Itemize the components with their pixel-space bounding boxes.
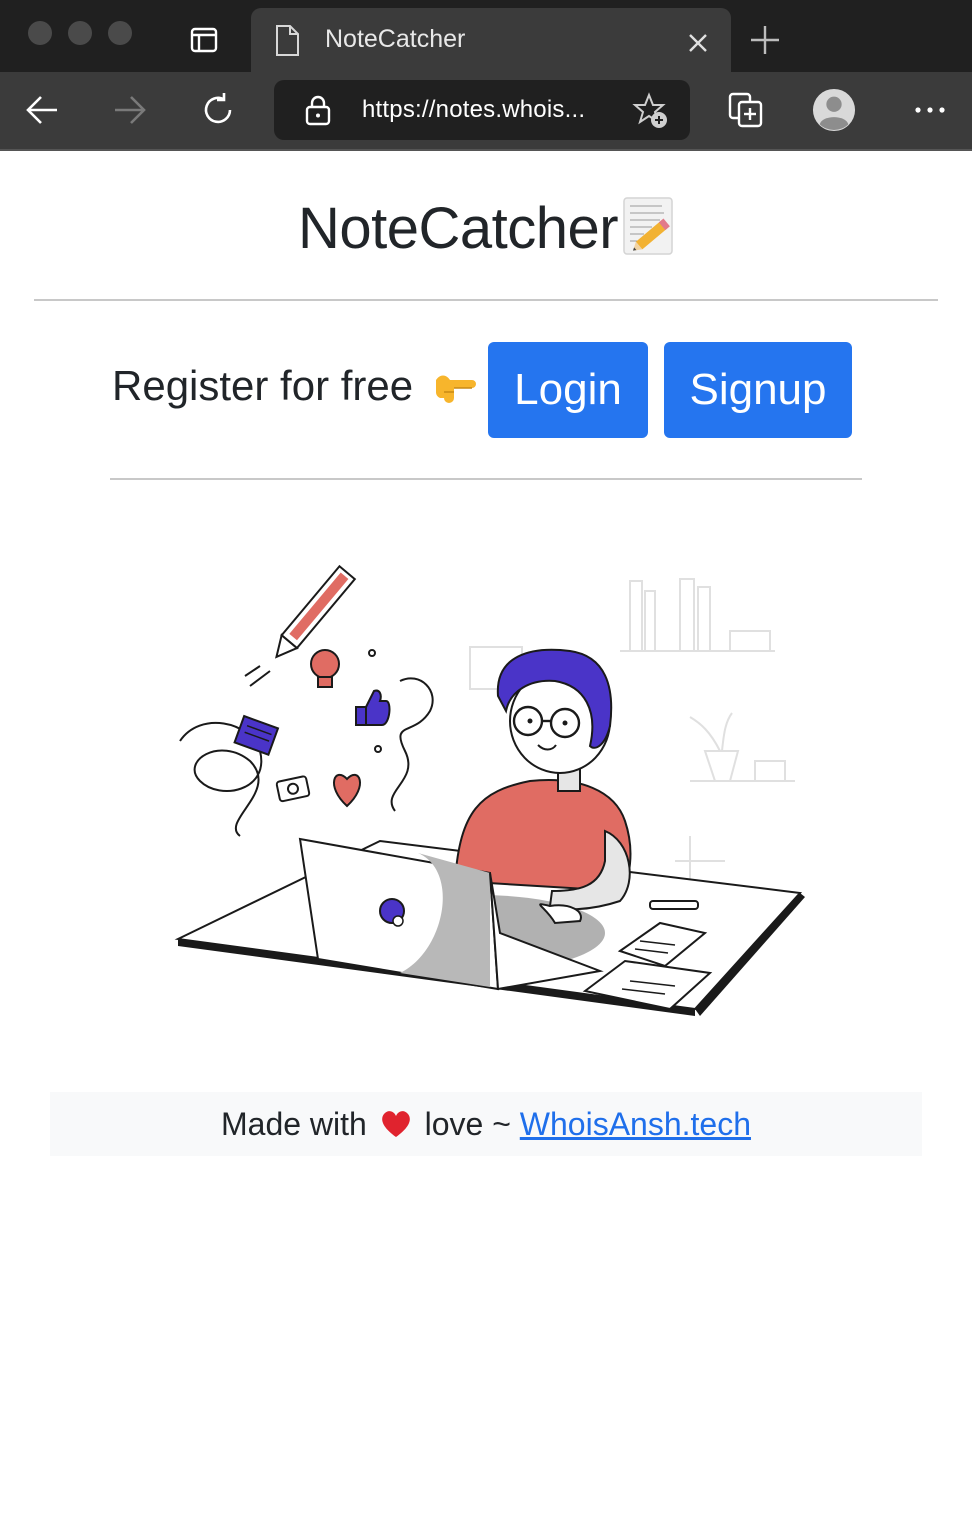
thumbs-up-doodle [355,689,391,726]
url-host: notes.whois... [435,96,586,123]
site-title-text: NoteCatcher [297,196,619,261]
window-minimize-control[interactable] [68,21,92,45]
window-zoom-control[interactable] [108,21,132,45]
forward-button[interactable] [108,88,152,132]
new-tab-icon[interactable] [747,22,783,58]
heart-doodle [333,773,361,808]
pencil-doodle [274,564,357,659]
footer-link[interactable]: WhoisAnsh.tech [520,1106,751,1142]
lightbulb-doodle [310,649,340,688]
signup-button-label: Signup [689,365,827,414]
book-doodle [233,714,280,756]
collections-button[interactable] [724,88,768,132]
close-tab-icon[interactable] [683,28,713,58]
register-text: Register for free [112,362,414,409]
tab-title: NoteCatcher [325,25,466,53]
more-dots-icon [915,107,945,113]
page-content: NoteCatcher Register for free Login Sign… [0,151,972,1524]
divider-bottom [110,478,862,480]
footer: Made with love ~ WhoisAnsh.tech [50,1092,922,1156]
camera-doodle [275,775,311,803]
tab-actions-icon [190,27,218,53]
refresh-button[interactable] [196,88,240,132]
login-button-label: Login [514,365,622,414]
window-close-control[interactable] [28,21,52,45]
hero-illustration [174,564,805,1016]
lock-icon[interactable] [304,94,332,126]
address-bar[interactable]: https://notes.whois... [274,80,690,140]
footer-prefix: Made with [220,1106,367,1142]
browser-toolbar: https://notes.whois... [0,72,972,149]
collections-icon [728,92,763,128]
more-options-button[interactable] [908,88,952,132]
browser-tab-active[interactable]: NoteCatcher [251,8,731,72]
url-scheme: https:// [362,96,436,123]
tab-actions-button[interactable] [182,20,226,60]
profile-button[interactable] [812,88,856,132]
register-row: Register for free Login Signup [0,342,972,438]
login-button[interactable]: Login [488,342,648,438]
refresh-icon [204,93,232,124]
forward-arrow-icon [115,96,146,124]
page-icon [276,25,299,56]
page-title: NoteCatcher [0,195,972,262]
divider-top [34,299,938,301]
browser-tabbar: NoteCatcher [0,0,972,72]
signup-button[interactable]: Signup [664,342,852,438]
url-text[interactable]: https://notes.whois... [362,96,585,124]
pointing-right-icon [435,375,476,403]
doodles [179,649,434,837]
red-heart-icon [381,1111,410,1137]
footer-middle: love ~ [424,1106,511,1142]
memo-icon [623,197,673,255]
back-arrow-icon [26,96,57,124]
add-favorite-icon[interactable] [632,92,670,130]
back-button[interactable] [20,88,64,132]
avatar-icon [812,88,856,132]
